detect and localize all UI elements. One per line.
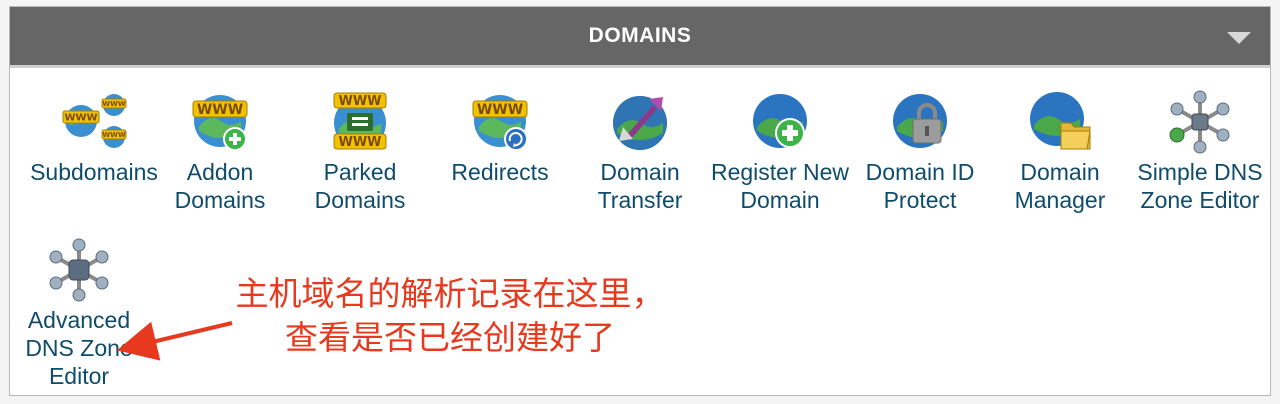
svg-text:WWW: WWW xyxy=(197,102,243,118)
item-simple-dns-zone-editor[interactable]: Simple DNS Zone Editor xyxy=(1125,87,1270,214)
simple-dns-zone-editor-icon xyxy=(1169,90,1230,154)
domain-transfer-icon xyxy=(613,96,667,150)
item-domain-id-protect[interactable]: Domain ID Protect xyxy=(845,87,995,214)
parked-domains-icon: WWW WWW xyxy=(333,92,387,150)
triangle-down-icon xyxy=(1227,32,1251,44)
register-new-domain-icon xyxy=(753,94,807,148)
domain-id-protect-icon xyxy=(893,94,947,148)
svg-text:WWW: WWW xyxy=(64,113,97,124)
item-addon-domains[interactable]: WWW Addon Domains xyxy=(145,87,295,214)
item-redirects[interactable]: WWW Redirects xyxy=(425,87,575,186)
item-label: Addon Domains xyxy=(174,159,266,213)
item-label: Domain Manager xyxy=(1014,159,1106,213)
item-label: Redirects xyxy=(451,159,549,185)
panel-title: DOMAINS xyxy=(588,24,692,47)
item-label: Register New Domain xyxy=(710,159,850,213)
domains-panel: DOMAINS WWW WWW WWW Subdomains WWW Addon… xyxy=(9,6,1271,396)
redirects-icon: WWW xyxy=(472,95,528,151)
annotation-note: 主机域名的解析记录在这里， 查看是否已经创建好了 xyxy=(210,272,690,360)
item-label: Domain ID Protect xyxy=(865,159,975,213)
item-label: Advanced DNS Zone Editor xyxy=(25,307,133,389)
svg-text:WWW: WWW xyxy=(102,131,125,139)
collapse-toggle-button[interactable] xyxy=(1226,28,1252,48)
subdomains-icon: WWW WWW WWW xyxy=(62,94,127,148)
annotation-line-1: 主机域名的解析记录在这里， xyxy=(235,274,665,313)
svg-text:WWW: WWW xyxy=(338,94,381,109)
annotation-line-2: 查看是否已经创建好了 xyxy=(285,318,615,357)
item-label: Domain Transfer xyxy=(597,159,683,213)
advanced-dns-zone-editor-icon xyxy=(49,238,109,302)
item-domain-manager[interactable]: Domain Manager xyxy=(985,87,1135,214)
panel-header[interactable]: DOMAINS xyxy=(10,7,1270,68)
item-parked-domains[interactable]: WWW WWW Parked Domains xyxy=(285,87,435,214)
svg-text:WWW: WWW xyxy=(102,100,125,108)
svg-text:WWW: WWW xyxy=(477,102,523,118)
addon-domains-icon: WWW xyxy=(192,95,248,151)
item-domain-transfer[interactable]: Domain Transfer xyxy=(565,87,715,214)
item-register-new-domain[interactable]: Register New Domain xyxy=(705,87,855,214)
item-advanced-dns-zone-editor[interactable]: Advanced DNS Zone Editor xyxy=(10,235,154,390)
svg-text:WWW: WWW xyxy=(338,135,381,150)
item-label: Parked Domains xyxy=(314,159,406,213)
item-label: Simple DNS Zone Editor xyxy=(1137,159,1263,213)
domain-manager-icon xyxy=(1030,92,1091,150)
